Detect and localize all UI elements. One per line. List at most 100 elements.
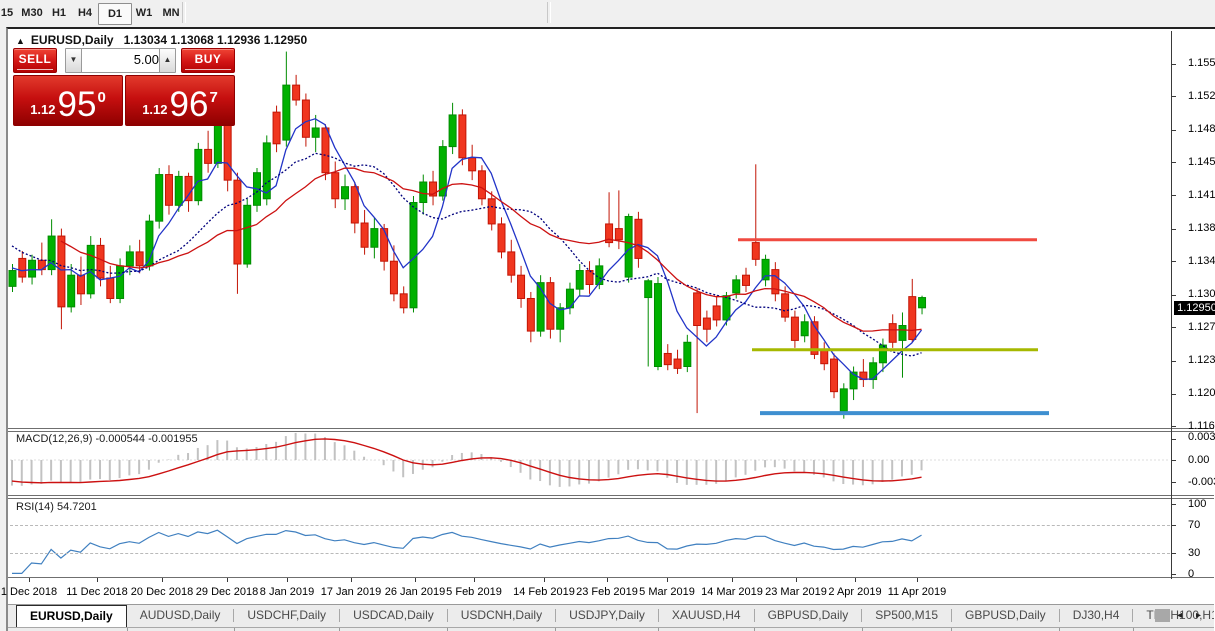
chart-tab-xauusd-h4[interactable]: XAUUSD,H4	[659, 605, 754, 626]
candle-body	[527, 298, 534, 331]
timeframe-button-h1[interactable]: H1	[46, 3, 72, 23]
volume-up-button[interactable]: ▲	[159, 48, 176, 73]
date-axis-tick	[855, 578, 856, 582]
candle-body	[801, 322, 808, 336]
macd-axis-tick	[1171, 482, 1176, 483]
candle-body	[518, 275, 525, 298]
candle-body	[156, 175, 163, 222]
chart-client-area[interactable]: ▲EURUSD,Daily1.13034 1.13068 1.12936 1.1…	[8, 29, 1214, 604]
candle-body	[654, 284, 661, 367]
timeframe-button-w1[interactable]: W1	[130, 3, 158, 23]
tab-scroll-buttons: ◂▸	[1155, 605, 1208, 626]
chart-ohlc-values: 1.13034 1.13068 1.12936 1.12950	[124, 33, 308, 47]
candle-body	[459, 115, 466, 158]
date-axis-label: 17 Jan 2019	[321, 586, 382, 598]
collapse-triangle-icon[interactable]: ▲	[16, 36, 25, 46]
date-axis-tick	[351, 578, 352, 582]
candle-body	[791, 317, 798, 340]
candle-body	[381, 229, 388, 262]
date-axis-tick	[97, 578, 98, 582]
mt4-application: 15M30H1H4D1W1MN ▲EURUSD,Daily1.13034 1.1…	[0, 0, 1215, 631]
sell-price-big: 95	[58, 88, 97, 121]
date-axis-label: 20 Dec 2018	[131, 586, 193, 598]
tab-separator	[1155, 609, 1170, 622]
candle-body	[68, 275, 75, 307]
candle-body	[821, 350, 828, 364]
candle-body	[488, 199, 495, 224]
candle-body	[185, 176, 192, 200]
buy-button[interactable]: BUY	[181, 48, 235, 73]
toolbar-separator	[182, 2, 186, 23]
price-axis-tick	[1171, 327, 1176, 328]
date-axis-label: 2 Apr 2019	[828, 586, 881, 598]
tab-bottom-strip	[8, 627, 1214, 631]
chart-tab-sp500-m15[interactable]: SP500,M15	[862, 605, 951, 626]
sell-button[interactable]: SELL	[13, 48, 57, 73]
candle-body	[351, 187, 358, 223]
rsi-axis-tick	[1171, 525, 1176, 526]
candle-body	[909, 297, 916, 340]
price-axis-label: 1.15570	[1188, 58, 1215, 69]
candle-body	[97, 245, 104, 278]
candle-body	[703, 318, 710, 329]
chart-tab-gbpusd-daily[interactable]: GBPUSD,Daily	[755, 605, 862, 626]
date-axis-tick	[474, 578, 475, 582]
pane-separator[interactable]	[8, 495, 1214, 499]
rsi-level-line	[10, 553, 1170, 554]
candle-body	[19, 258, 26, 277]
candle-body	[743, 275, 750, 285]
date-axis-label: 23 Mar 2019	[765, 586, 827, 598]
chart-tab-usdjpy-daily[interactable]: USDJPY,Daily	[556, 605, 658, 626]
chart-tab-audusd-daily[interactable]: AUDUSD,Daily	[127, 605, 234, 626]
tab-scroll-right-icon[interactable]: ▸	[1189, 605, 1208, 626]
candle-body	[371, 229, 378, 248]
candle-body	[899, 326, 906, 341]
tab-scroll-left-icon[interactable]: ◂	[1170, 605, 1189, 626]
macd-indicator-label: MACD(12,26,9) -0.000544 -0.001955	[16, 433, 198, 445]
volume-input[interactable]: 5.00	[81, 48, 168, 73]
one-click-trading-panel: SELL ▼ 5.00 ▲ BUY 1.12 95 0 1.12	[13, 48, 234, 121]
price-axis-label: 1.13450	[1188, 256, 1215, 267]
rsi-axis-tick	[1171, 574, 1176, 575]
price-axis-tick	[1171, 195, 1176, 196]
candle-body	[694, 293, 701, 326]
buy-price-display[interactable]: 1.12 96 7	[125, 75, 235, 126]
chart-tab-bar: EURUSD,DailyAUDUSD,DailyUSDCHF,DailyUSDC…	[8, 604, 1214, 627]
chart-tab-usdchf-daily[interactable]: USDCHF,Daily	[234, 605, 339, 626]
pane-separator[interactable]	[8, 428, 1214, 432]
timeframe-button-m30[interactable]: M30	[16, 3, 48, 23]
volume-down-button[interactable]: ▼	[65, 48, 82, 73]
sell-button-label: SELL	[17, 49, 53, 70]
sell-price-display[interactable]: 1.12 95 0	[13, 75, 123, 126]
timeframe-toolbar: 15M30H1H4D1W1MN	[0, 0, 1215, 26]
date-axis-tick	[917, 578, 918, 582]
candle-body	[165, 175, 172, 206]
chart-tab-eurusd-daily[interactable]: EURUSD,Daily	[16, 605, 127, 627]
candle-body	[664, 353, 671, 364]
chart-tab-usdcnh-daily[interactable]: USDCNH,Daily	[448, 605, 555, 626]
candle-body	[635, 219, 642, 258]
candle-body	[244, 205, 251, 264]
candle-body	[889, 324, 896, 343]
buy-price-small: 1.12	[142, 102, 167, 117]
candle-body	[625, 216, 632, 277]
date-axis-tick	[667, 578, 668, 582]
rsi-axis-label: 100	[1188, 499, 1206, 510]
chart-tab-gbpusd-daily[interactable]: GBPUSD,Daily	[952, 605, 1059, 626]
timeframe-button-d1[interactable]: D1	[98, 3, 132, 25]
buy-price-big: 96	[170, 88, 209, 121]
candle-body	[302, 100, 309, 137]
date-axis-tick	[29, 578, 30, 582]
macd-axis-label: 0.003095	[1188, 432, 1215, 443]
macd-axis-tick	[1171, 460, 1176, 461]
sell-price-sup: 0	[97, 89, 105, 106]
candle-body	[733, 280, 740, 293]
date-axis-tick	[796, 578, 797, 582]
chevron-down-icon: ▼	[70, 55, 78, 64]
price-axis-label: 1.12380	[1188, 355, 1215, 366]
candle-body	[322, 128, 329, 173]
timeframe-button-h4[interactable]: H4	[72, 3, 98, 23]
chart-tab-dj30-h4[interactable]: DJ30,H4	[1060, 605, 1133, 626]
chart-tab-usdcad-daily[interactable]: USDCAD,Daily	[340, 605, 447, 626]
candle-body	[361, 223, 368, 247]
